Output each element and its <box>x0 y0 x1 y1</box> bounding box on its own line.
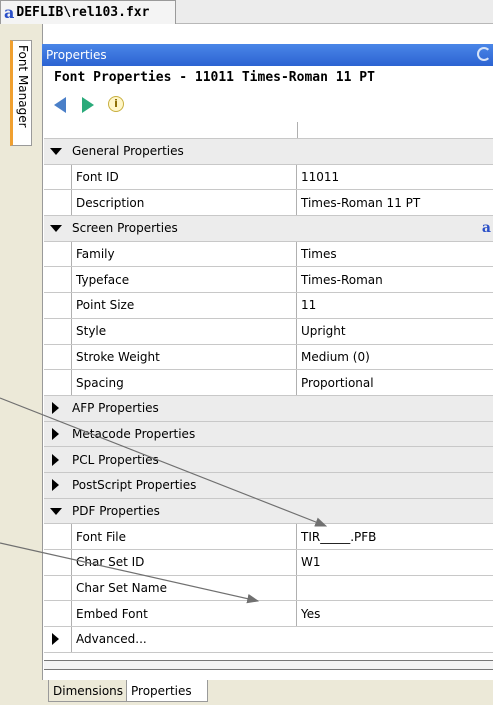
callout-arrows <box>0 397 328 604</box>
callout-arrow-font-file <box>0 397 328 527</box>
callout-arrow-embed-font <box>0 542 260 604</box>
